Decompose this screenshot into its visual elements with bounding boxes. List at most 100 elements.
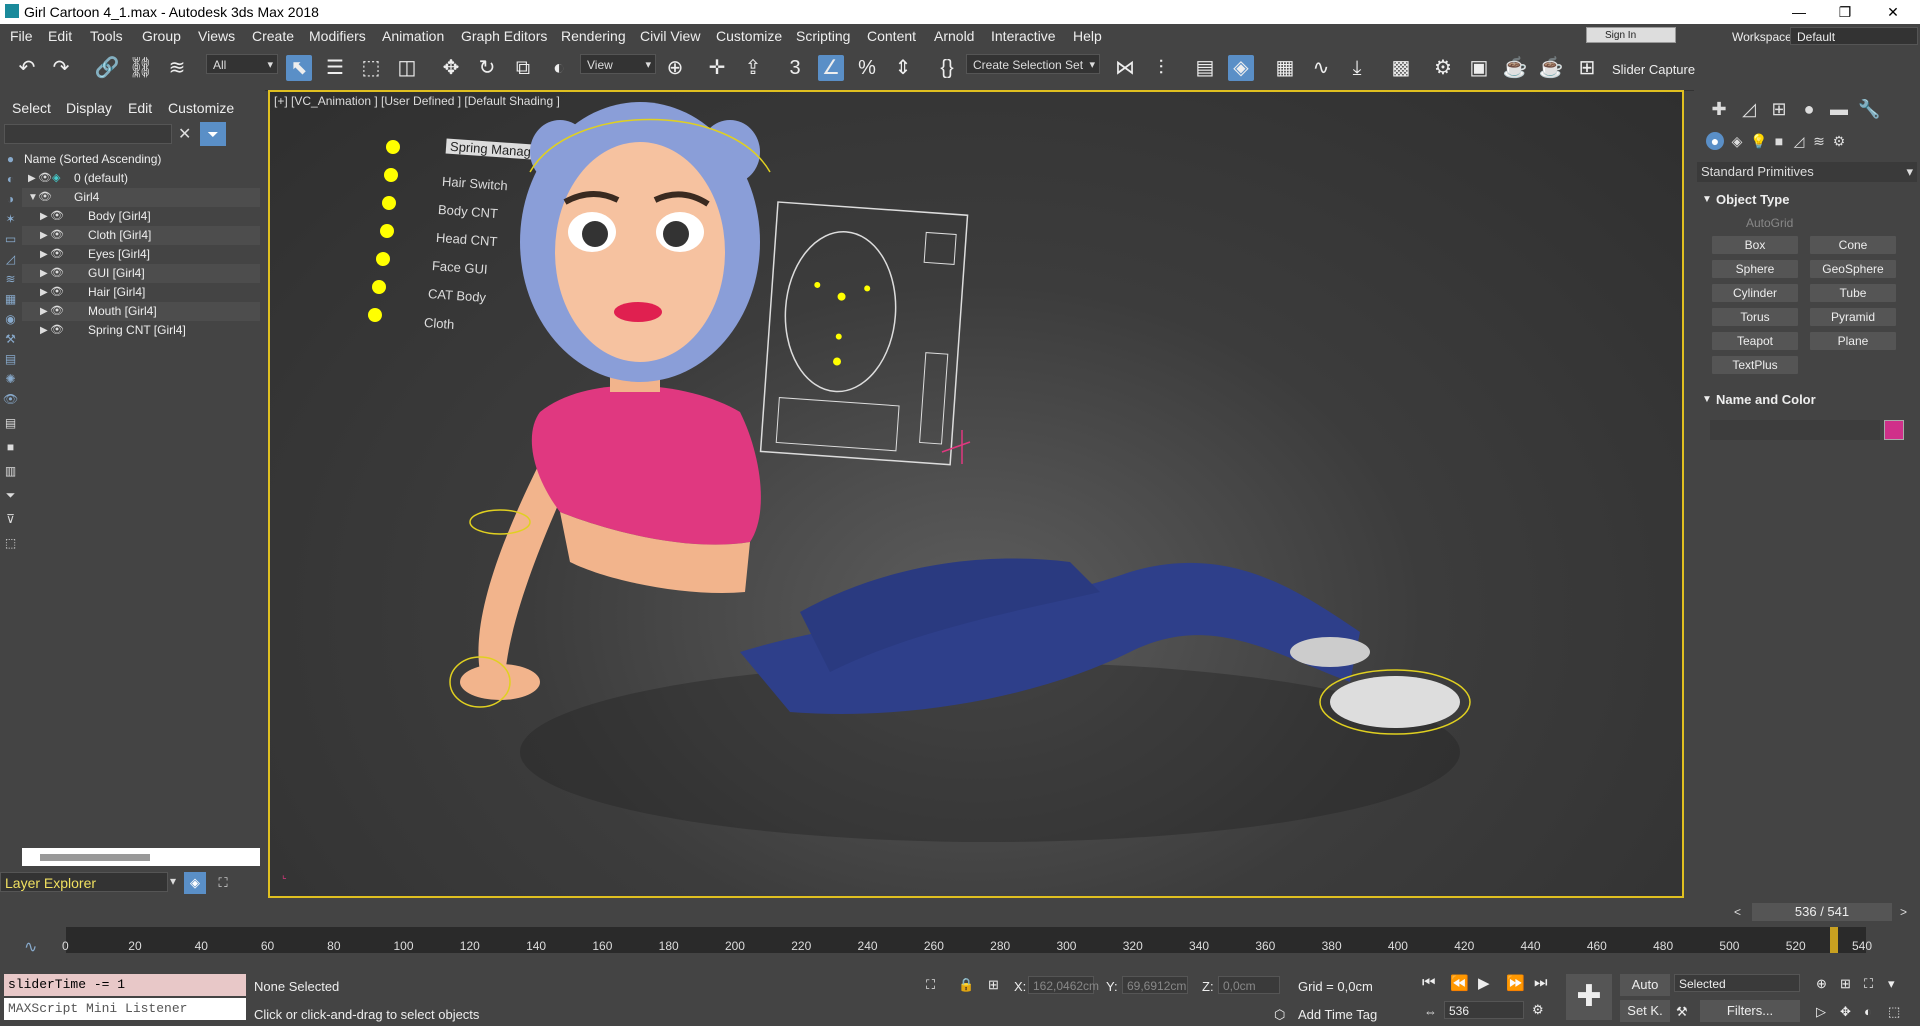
close-button[interactable]: ✕ [1870,0,1916,24]
expand-arrow-icon[interactable]: ▶ [40,207,48,226]
window-crossing-icon[interactable]: ◫ [394,55,420,81]
next-key-icon[interactable]: ⏩ [1506,974,1525,992]
explorer-tab-customize[interactable]: Customize [168,100,234,116]
display-tab-icon[interactable]: ▬ [1828,98,1850,120]
tree-header[interactable]: Name (Sorted Ascending) [22,150,260,169]
utilities-tab-icon[interactable]: 🔧 [1858,98,1880,120]
tree-row[interactable]: ▶ 👁 Mouth [Girl4] [22,302,260,321]
cameras-filter-icon[interactable]: ▭ [3,232,18,247]
visibility-eye-icon[interactable]: 👁 [50,283,64,302]
menu-graph-editors[interactable]: Graph Editors [461,28,547,44]
menu-interactive[interactable]: Interactive [991,28,1056,44]
z-coordinate-field[interactable]: 0,0cm [1218,976,1280,994]
textplus-button[interactable]: TextPlus [1712,356,1798,374]
field-of-view-icon[interactable]: ▾ [1888,976,1895,992]
zoom-extents-icon[interactable]: ⛶ [1864,976,1873,992]
groups-filter-icon[interactable]: ▦ [3,292,18,307]
angle-snap-icon[interactable]: ∠ [818,55,844,81]
clear-search-icon[interactable]: ✕ [178,124,191,144]
visibility-filter-icon[interactable]: 👁 [3,392,18,407]
menu-create[interactable]: Create [252,28,294,44]
cone-button[interactable]: Cone [1810,236,1896,254]
lights-filter-icon[interactable]: ✶ [3,212,18,227]
pan-icon[interactable]: ▷ [1816,1004,1826,1020]
keyboard-shortcut-icon[interactable]: ⇪ [740,55,766,81]
slider-capture-label[interactable]: Slider Capture [1612,62,1695,77]
tree-row[interactable]: ▶ 👁 Cloth [Girl4] [22,226,260,245]
expand-arrow-icon[interactable]: ▶ [40,264,48,283]
menu-edit[interactable]: Edit [48,28,72,44]
visibility-eye-icon[interactable]: 👁 [50,264,64,283]
sign-in-dropdown[interactable]: Sign In [1586,27,1676,43]
menu-group[interactable]: Group [142,28,181,44]
hierarchy-tab-icon[interactable]: ⊞ [1768,98,1790,120]
display-all-icon[interactable]: ● [3,152,18,167]
bind-spacewarp-icon[interactable]: ≋ [164,55,190,81]
tree-row[interactable]: ▶ 👁 ◈ 0 (default) [22,169,260,188]
perspective-viewport[interactable]: [+] [VC_Animation ] [User Defined ] [Def… [268,90,1684,898]
spacewarps-category-icon[interactable]: ≋ [1810,132,1828,150]
rotate-icon[interactable]: ↻ [474,55,500,81]
bones-filter-icon[interactable]: ⚒ [3,332,18,347]
expand-arrow-icon[interactable]: ▶ [40,245,48,264]
zoom-all-icon[interactable]: ⊞ [1840,976,1851,992]
select-by-name-icon[interactable]: ☰ [322,55,348,81]
explorer-tab-select[interactable]: Select [12,100,51,116]
visibility-eye-icon[interactable]: 👁 [38,188,52,207]
key-mode-icon[interactable]: ⚒ [1676,1004,1688,1020]
menu-file[interactable]: File [10,28,33,44]
box-icon[interactable]: ■ [3,440,18,455]
menu-arnold[interactable]: Arnold [934,28,974,44]
rendered-frame-window-icon[interactable]: ▣ [1466,55,1492,81]
key-filter-select[interactable]: Selected [1674,974,1800,992]
previous-key-icon[interactable]: ⏪ [1450,974,1469,992]
prev-frame-icon[interactable]: < [1734,905,1741,919]
selection-filter-select[interactable]: All [206,54,278,75]
walkthrough-icon[interactable]: ◐ [1864,1004,1872,1019]
filter-icon[interactable]: ⊽ [3,512,18,527]
mirror-icon[interactable]: ⋈ [1112,55,1138,81]
containers-filter-icon[interactable]: ▤ [3,352,18,367]
list-icon[interactable]: ▥ [3,464,18,479]
rectangular-selection-icon[interactable]: ⬚ [358,55,384,81]
play-icon[interactable]: ▶ [1478,974,1490,992]
particles-filter-icon[interactable]: ✺ [3,372,18,387]
geometry-category-icon[interactable]: ● [1706,132,1724,150]
layer-mode-icon[interactable]: ◈ [184,872,206,894]
dope-sheet-icon[interactable]: ⤓ [1344,55,1370,81]
visibility-eye-icon[interactable]: 👁 [50,245,64,264]
minimize-button[interactable]: — [1776,0,1822,24]
pyramid-button[interactable]: Pyramid [1810,308,1896,326]
absolute-mode-icon[interactable]: ⊞ [988,977,999,993]
tree-row[interactable]: ▶ 👁 Body [Girl4] [22,207,260,226]
tree-row[interactable]: ▶ 👁 GUI [Girl4] [22,264,260,283]
visibility-eye-icon[interactable]: 👁 [50,226,64,245]
current-frame-spinner[interactable]: 536 [1444,1001,1524,1019]
menu-modifiers[interactable]: Modifiers [309,28,366,44]
autogrid-checkbox[interactable]: AutoGrid [1746,216,1793,230]
explorer-type-select[interactable]: Layer Explorer [0,872,168,892]
sort-icon[interactable]: ▤ [3,416,18,431]
visibility-eye-icon[interactable]: 👁 [50,302,64,321]
tree-row[interactable]: ▶ 👁 Eyes [Girl4] [22,245,260,264]
selection-box-icon[interactable]: ⬚ [3,536,18,551]
expand-arrow-icon[interactable]: ▶ [40,302,48,321]
set-key-button[interactable]: Set K. [1620,1000,1670,1022]
shapes-category-icon[interactable]: ◈ [1728,132,1746,150]
create-tab-icon[interactable]: ✚ [1708,98,1730,120]
tree-row[interactable]: ▶ 👁 Spring CNT [Girl4] [22,321,260,340]
menu-content[interactable]: Content [867,28,916,44]
motion-tab-icon[interactable]: ● [1798,98,1820,120]
menu-rendering[interactable]: Rendering [561,28,626,44]
y-coordinate-field[interactable]: 69,6912cm [1122,976,1188,994]
lights-category-icon[interactable]: 💡 [1750,132,1768,150]
menu-animation[interactable]: Animation [382,28,444,44]
geosphere-button[interactable]: GeoSphere [1810,260,1896,278]
pivot-center-icon[interactable]: ⊕ [662,55,688,81]
visibility-eye-icon[interactable]: 👁 [50,321,64,340]
maximize-viewport-icon[interactable]: ⬚ [1888,1004,1900,1020]
cameras-category-icon[interactable]: ■ [1770,132,1788,150]
curve-editor-mini-icon[interactable]: ∿ [24,937,37,957]
menu-help[interactable]: Help [1073,28,1102,44]
expand-arrow-icon[interactable]: ▶ [40,226,48,245]
